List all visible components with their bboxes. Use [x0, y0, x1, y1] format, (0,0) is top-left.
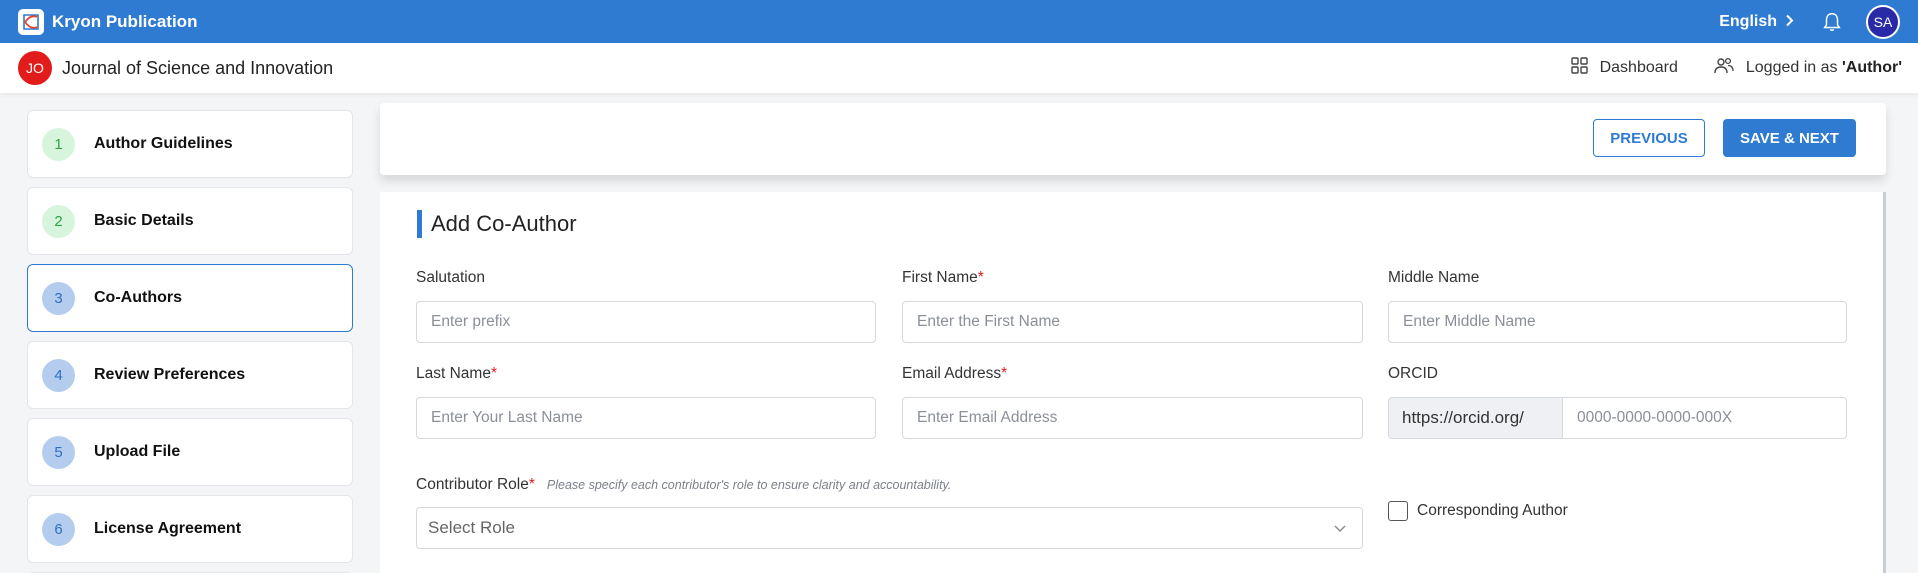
- dashboard-label: Dashboard: [1599, 59, 1678, 76]
- action-bar: PREVIOUS SAVE & NEXT: [380, 103, 1886, 175]
- corresponding-author-label: Corresponding Author: [1417, 502, 1568, 519]
- orcid-label: ORCID: [1388, 365, 1438, 383]
- salutation-label: Salutation: [416, 269, 485, 287]
- journal-bar: JO Journal of Science and Innovation Das…: [0, 43, 1918, 93]
- users-icon: [1714, 57, 1746, 80]
- logged-in-prefix: Logged in as: [1745, 59, 1842, 76]
- step-label: License Agreement: [94, 520, 242, 537]
- last-name-input[interactable]: [416, 397, 876, 439]
- journal-title: Journal of Science and Innovation: [62, 57, 334, 78]
- orcid-input[interactable]: [1562, 397, 1847, 439]
- email-label-text: Email Address: [902, 365, 1002, 382]
- contributor-role-value: Select Role: [428, 518, 515, 537]
- required-mark: *: [528, 476, 535, 493]
- logged-in-role: 'Author': [1841, 59, 1902, 76]
- co-author-form: Add Co-Author Salutation First Name* Mid…: [380, 192, 1886, 573]
- journal-badge: JO: [18, 51, 52, 85]
- contributor-role-label: Contributor Role * Please specify each con…: [416, 476, 951, 494]
- last-name-label: Last Name*: [416, 365, 497, 383]
- step-license-agreement[interactable]: 6 License Agreement: [27, 495, 353, 563]
- previous-button[interactable]: PREVIOUS: [1593, 119, 1705, 157]
- required-mark: *: [490, 365, 497, 382]
- brand-name: Kryon Publication: [52, 11, 198, 31]
- step-review-preferences[interactable]: 4 Review Preferences: [27, 341, 353, 409]
- step-number: 3: [42, 281, 75, 315]
- step-navigation: 1 Author Guidelines 2 Basic Details 3 Co…: [27, 110, 353, 573]
- chevron-right-icon: [1785, 14, 1794, 30]
- top-bar: Kryon Publication English SA: [0, 0, 1918, 43]
- section-title: Add Co-Author: [417, 210, 577, 238]
- step-number: 4: [42, 358, 75, 392]
- first-name-label: First Name*: [902, 269, 984, 287]
- email-label: Email Address*: [902, 365, 1007, 383]
- save-next-button[interactable]: SAVE & NEXT: [1723, 119, 1856, 157]
- user-avatar[interactable]: SA: [1866, 4, 1900, 39]
- email-input[interactable]: [902, 397, 1363, 439]
- corresponding-author-checkbox[interactable]: [1388, 501, 1408, 521]
- language-label: English: [1719, 12, 1777, 30]
- language-selector[interactable]: English: [1719, 13, 1794, 31]
- middle-name-label: Middle Name: [1388, 269, 1479, 287]
- salutation-label-text: Salutation: [416, 269, 485, 286]
- orcid-prefix: https://orcid.org/: [1388, 397, 1562, 439]
- logged-in-status: Logged in as 'Author': [1714, 57, 1902, 80]
- step-label: Co-Authors: [94, 289, 182, 306]
- required-mark: *: [977, 269, 984, 286]
- step-label: Author Guidelines: [94, 135, 233, 152]
- corresponding-author-toggle[interactable]: Corresponding Author: [1388, 501, 1568, 521]
- contributor-role-hint: Please specify each contributor's role t…: [546, 478, 952, 492]
- contributor-role-label-text: Contributor Role: [416, 476, 529, 493]
- orcid-label-text: ORCID: [1388, 365, 1438, 382]
- required-mark: *: [1001, 365, 1008, 382]
- dashboard-link[interactable]: Dashboard: [1570, 57, 1678, 79]
- chevron-down-icon: [1332, 520, 1348, 541]
- kryon-logo-icon: [18, 8, 44, 35]
- bell-icon[interactable]: [1820, 10, 1844, 34]
- contributor-role-select[interactable]: Select Role: [416, 507, 1363, 549]
- last-name-label-text: Last Name: [416, 365, 491, 382]
- first-name-label-text: First Name: [902, 269, 978, 286]
- step-label: Basic Details: [94, 212, 194, 229]
- step-label: Upload File: [94, 443, 181, 460]
- grid-icon: [1570, 57, 1600, 79]
- step-number: 2: [42, 204, 75, 238]
- step-number: 1: [42, 127, 75, 161]
- step-upload-file[interactable]: 5 Upload File: [27, 418, 353, 486]
- salutation-input[interactable]: [416, 301, 876, 343]
- step-basic-details[interactable]: 2 Basic Details: [27, 187, 353, 255]
- step-label: Review Preferences: [94, 366, 246, 383]
- step-number: 5: [42, 435, 75, 469]
- step-number: 6: [42, 512, 75, 546]
- first-name-input[interactable]: [902, 301, 1363, 343]
- middle-name-label-text: Middle Name: [1388, 269, 1480, 286]
- middle-name-input[interactable]: [1388, 301, 1847, 343]
- step-author-guidelines[interactable]: 1 Author Guidelines: [27, 110, 353, 178]
- step-co-authors[interactable]: 3 Co-Authors: [27, 264, 353, 332]
- brand[interactable]: Kryon Publication: [18, 8, 198, 35]
